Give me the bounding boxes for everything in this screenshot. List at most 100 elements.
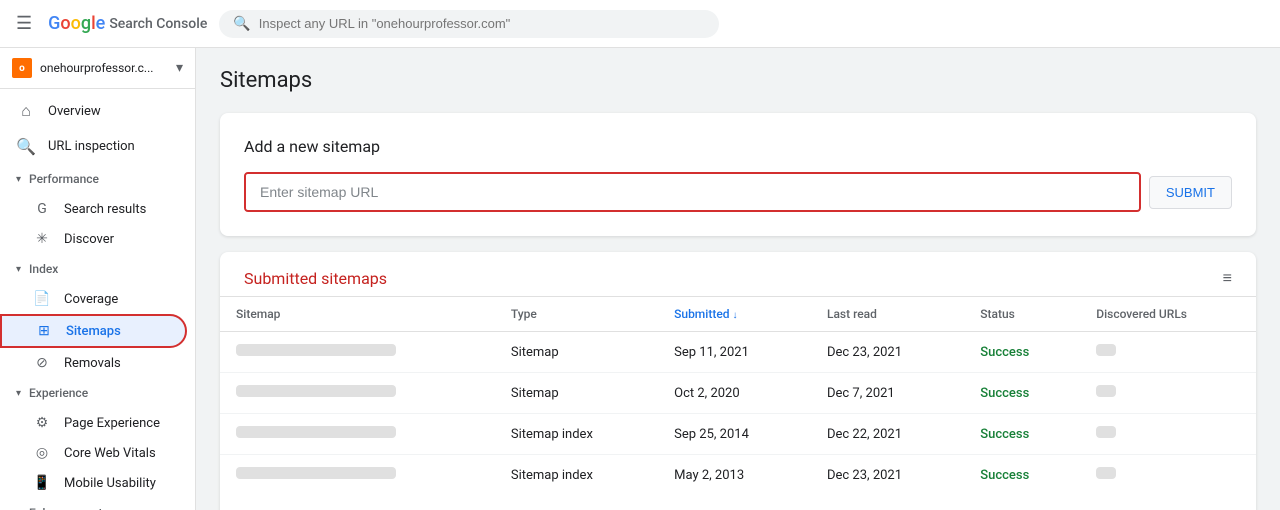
row1-discovered [1080,332,1256,373]
enhancements-section-header[interactable]: ▾ Enhancements [0,498,195,510]
sidebar-item-discover[interactable]: ✳ Discover [0,224,187,254]
filter-icon[interactable]: ≡ [1223,268,1232,288]
page-title: Sitemaps [220,68,1256,93]
col-type: Type [495,297,658,332]
row3-type: Sitemap index [495,414,658,455]
search-bar[interactable]: 🔍 [219,10,719,38]
main-content: Sitemaps Add a new sitemap SUBMIT Submit… [196,48,1280,510]
sidebar-item-search-results[interactable]: G Search results [0,194,187,224]
row2-sitemap [220,373,495,414]
submitted-sitemaps-card: Submitted sitemaps ≡ Sitemap Type Submit… [220,252,1256,510]
gauge-icon: ◎ [32,445,52,461]
home-icon: ⌂ [16,101,36,121]
g-icon: G [32,201,52,217]
sidebar-item-mobile-usability-label: Mobile Usability [64,476,156,491]
row1-last-read: Dec 23, 2021 [811,332,964,373]
menu-icon[interactable]: ☰ [12,9,36,38]
asterisk-icon: ✳ [32,231,52,247]
sidebar-item-url-inspection[interactable]: 🔍 URL inspection [0,129,187,164]
next-page-button[interactable]: › [1227,505,1240,510]
sidebar-item-overview-label: Overview [48,104,101,119]
table-body: Sitemap Sep 11, 2021 Dec 23, 2021 Succes… [220,332,1256,496]
table-row: Sitemap Oct 2, 2020 Dec 7, 2021 Success [220,373,1256,414]
pagination-nav: ‹ › [1205,505,1240,510]
row4-sitemap [220,455,495,496]
search-input[interactable] [259,16,706,31]
table-row: Sitemap Sep 11, 2021 Dec 23, 2021 Succes… [220,332,1256,373]
removals-icon: ⊘ [32,355,52,371]
sidebar-item-sitemaps[interactable]: ⊞ Sitemaps [0,314,187,348]
sitemaps-table: Sitemap Type Submitted ↓ Last read Statu… [220,297,1256,495]
sidebar-item-page-experience-label: Page Experience [64,416,160,431]
row1-type: Sitemap [495,332,658,373]
sitemap-url-blurred [236,467,396,479]
performance-section-header[interactable]: ▾ Performance [0,164,195,194]
row2-submitted: Oct 2, 2020 [658,373,811,414]
performance-section-label: Performance [29,172,99,186]
row3-status: Success [964,414,1080,455]
row4-discovered [1080,455,1256,496]
sitemap-url-input[interactable] [244,172,1141,212]
site-selector[interactable]: o onehourprofessor.c... ▾ [0,48,195,89]
search-circle-icon: 🔍 [16,137,36,156]
row3-discovered [1080,414,1256,455]
row3-sitemap [220,414,495,455]
col-status: Status [964,297,1080,332]
site-favicon: o [12,58,32,78]
add-sitemap-section: Add a new sitemap SUBMIT [220,113,1256,236]
main-layout: o onehourprofessor.c... ▾ ⌂ Overview 🔍 U… [0,48,1280,510]
sitemap-url-blurred [236,344,396,356]
sidebar-nav: ⌂ Overview 🔍 URL inspection ▾ Performanc… [0,89,195,510]
submit-button[interactable]: SUBMIT [1149,176,1232,209]
table-row: Sitemap index Sep 25, 2014 Dec 22, 2021 … [220,414,1256,455]
sidebar-item-coverage-label: Coverage [64,292,118,307]
sitemap-url-blurred [236,426,396,438]
add-sitemap-title: Add a new sitemap [244,137,1232,156]
row2-last-read: Dec 7, 2021 [811,373,964,414]
prev-page-button[interactable]: ‹ [1205,505,1218,510]
enhancements-section-label: Enhancements [29,506,109,510]
chevron-down-icon-3: ▾ [16,388,21,399]
row2-discovered [1080,373,1256,414]
sidebar-item-discover-label: Discover [64,232,114,247]
table-footer: Rows per page: 10 25 50 1–4 of 4 ‹ › [220,495,1256,510]
row1-status: Success [964,332,1080,373]
sidebar-item-core-web-vitals-label: Core Web Vitals [64,446,156,461]
experience-section-label: Experience [29,386,88,400]
sitemap-input-row: SUBMIT [244,172,1232,212]
sidebar-item-sitemaps-label: Sitemaps [66,324,121,339]
sidebar: o onehourprofessor.c... ▾ ⌂ Overview 🔍 U… [0,48,196,510]
submitted-header: Submitted sitemaps ≡ [220,252,1256,297]
experience-section-header[interactable]: ▾ Experience [0,378,195,408]
row4-last-read: Dec 23, 2021 [811,455,964,496]
index-section-label: Index [29,262,58,276]
table-row: Sitemap index May 2, 2013 Dec 23, 2021 S… [220,455,1256,496]
add-sitemap-card: Add a new sitemap SUBMIT [220,113,1256,236]
col-sitemap: Sitemap [220,297,495,332]
sidebar-item-overview[interactable]: ⌂ Overview [0,93,187,129]
app-logo: Google Search Console [48,13,207,34]
index-section-header[interactable]: ▾ Index [0,254,195,284]
topbar: ☰ Google Search Console 🔍 [0,0,1280,48]
sidebar-item-coverage[interactable]: 📄 Coverage [0,284,187,314]
row4-type: Sitemap index [495,455,658,496]
col-submitted-label: Submitted [674,307,729,321]
sidebar-item-mobile-usability[interactable]: 📱 Mobile Usability [0,468,187,498]
submitted-title: Submitted sitemaps [244,269,387,288]
mobile-icon: 📱 [32,475,52,491]
sidebar-item-core-web-vitals[interactable]: ◎ Core Web Vitals [0,438,187,468]
chevron-down-icon-2: ▾ [16,264,21,275]
sidebar-item-url-inspection-label: URL inspection [48,139,135,154]
search-icon: 🔍 [233,16,250,32]
sidebar-item-page-experience[interactable]: ⚙ Page Experience [0,408,187,438]
row1-submitted: Sep 11, 2021 [658,332,811,373]
col-discovered-urls: Discovered URLs [1080,297,1256,332]
sitemap-url-blurred [236,385,396,397]
sidebar-item-search-results-label: Search results [64,202,146,217]
site-name: onehourprofessor.c... [40,61,168,75]
sort-arrow-icon: ↓ [733,310,738,321]
col-submitted[interactable]: Submitted ↓ [658,297,811,332]
google-logo: Google [48,13,105,34]
row3-last-read: Dec 22, 2021 [811,414,964,455]
sidebar-item-removals[interactable]: ⊘ Removals [0,348,187,378]
